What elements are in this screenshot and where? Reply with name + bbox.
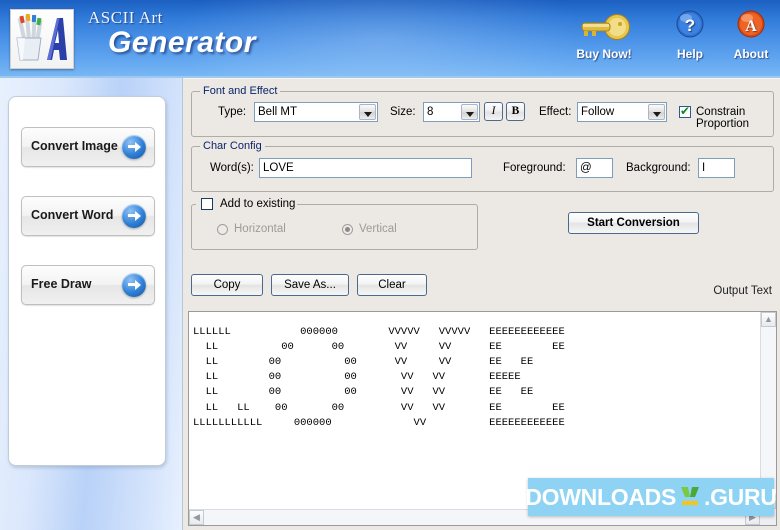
type-label: Type: <box>218 106 247 118</box>
add-to-existing-group: Add to existing Horizontal Vertical <box>191 198 478 250</box>
start-conversion-button[interactable]: Start Conversion <box>568 212 699 234</box>
words-label: Word(s): <box>210 162 254 174</box>
italic-button[interactable]: I <box>484 102 503 121</box>
sidebar-item-label: Convert Image <box>31 139 118 153</box>
watermark-text-left: DOWNLOADS <box>525 483 676 510</box>
bold-button[interactable]: B <box>506 102 525 121</box>
chevron-down-icon[interactable] <box>461 104 478 120</box>
constrain-proportion-checkbox[interactable] <box>679 104 691 118</box>
app-logo <box>10 9 74 69</box>
save-as-button[interactable]: Save As... <box>271 274 349 296</box>
gold-key-icon <box>561 8 647 46</box>
downloads-guru-watermark: DOWNLOADS .GURU <box>525 478 777 516</box>
add-to-existing-label: Add to existing <box>218 198 298 210</box>
words-input[interactable]: LOVE <box>259 158 472 178</box>
vertical-label: Vertical <box>359 223 397 235</box>
foreground-input-value: @ <box>580 162 592 174</box>
background-input[interactable]: I <box>698 158 735 178</box>
sidebar-panel: Convert Image Convert Word Free Draw <box>8 96 166 466</box>
background-input-value: I <box>702 162 706 174</box>
background-label: Background: <box>626 162 691 174</box>
font-and-effect-group-title: Font and Effect <box>200 85 281 97</box>
size-label: Size: <box>390 106 416 118</box>
sidebar-item-label: Convert Word <box>31 208 114 222</box>
about-button[interactable]: A About <box>722 8 780 61</box>
sidebar-item-convert-image[interactable]: Convert Image <box>21 127 155 167</box>
main-content: Font and Effect Type: Bell MT Size: 8 I … <box>183 78 780 530</box>
clear-button[interactable]: Clear <box>357 274 427 296</box>
ascii-art-content: LLLLLL 000000 VVVVV VVVVV EEEEEEEEEEEE L… <box>193 325 565 429</box>
about-label: About <box>733 47 769 61</box>
sidebar-item-label: Free Draw <box>31 277 92 291</box>
orange-letter-a-icon: A <box>722 8 780 46</box>
foreground-input[interactable]: @ <box>576 158 613 178</box>
blue-question-mark-icon: ? <box>660 8 720 46</box>
chevron-down-icon[interactable] <box>648 104 665 120</box>
font-type-value: Bell MT <box>258 106 297 118</box>
add-to-existing-checkbox[interactable] <box>201 198 213 210</box>
effect-label: Effect: <box>539 106 572 118</box>
app-title-line1: ASCII Art <box>88 8 163 27</box>
foreground-label: Foreground: <box>503 162 566 174</box>
font-size-value: 8 <box>427 106 434 118</box>
chevron-up-icon[interactable]: ▲ <box>761 312 776 327</box>
font-size-select[interactable]: 8 <box>423 102 480 122</box>
watermark-text-right: .GURU <box>704 483 777 510</box>
blue-arrow-right-icon <box>122 135 146 159</box>
char-config-group: Char Config Word(s): LOVE Foreground: @ … <box>191 140 774 192</box>
sidebar-item-convert-word[interactable]: Convert Word <box>21 196 155 236</box>
sidebar: Convert Image Convert Word Free Draw <box>0 78 183 530</box>
app-header: ASCII Art Generator Buy Now! ? Help A Ab… <box>0 0 780 78</box>
svg-text:?: ? <box>685 16 695 35</box>
green-download-arrow-icon <box>677 485 703 509</box>
help-label: Help <box>676 47 703 61</box>
svg-text:A: A <box>745 18 757 35</box>
vertical-radio[interactable] <box>342 224 353 235</box>
sidebar-item-free-draw[interactable]: Free Draw <box>21 265 155 305</box>
constrain-proportion-label: Constrain Proportion <box>696 106 750 130</box>
blue-arrow-right-icon <box>122 273 146 297</box>
words-input-value: LOVE <box>263 162 294 174</box>
horizontal-label: Horizontal <box>234 223 286 235</box>
effect-value: Follow <box>581 106 615 118</box>
application-window: ASCII Art Generator Buy Now! ? Help A Ab… <box>0 0 780 530</box>
copy-button[interactable]: Copy <box>191 274 263 296</box>
buy-now-label: Buy Now! <box>576 47 632 61</box>
font-and-effect-group: Font and Effect Type: Bell MT Size: 8 I … <box>191 85 774 137</box>
blue-arrow-right-icon <box>122 204 146 228</box>
effect-select[interactable]: Follow <box>577 102 667 122</box>
chevron-left-icon[interactable]: ◀ <box>189 510 204 525</box>
horizontal-radio[interactable] <box>217 224 228 235</box>
output-text-label: Output Text <box>713 285 772 297</box>
help-button[interactable]: ? Help <box>660 8 720 61</box>
paintbrush-cup-letter-a-logo-icon <box>16 13 67 61</box>
app-title-line2: Generator <box>108 26 256 59</box>
buy-now-button[interactable]: Buy Now! <box>561 8 647 61</box>
font-type-select[interactable]: Bell MT <box>254 102 378 122</box>
chevron-down-icon[interactable] <box>359 104 376 120</box>
char-config-group-title: Char Config <box>200 140 265 152</box>
